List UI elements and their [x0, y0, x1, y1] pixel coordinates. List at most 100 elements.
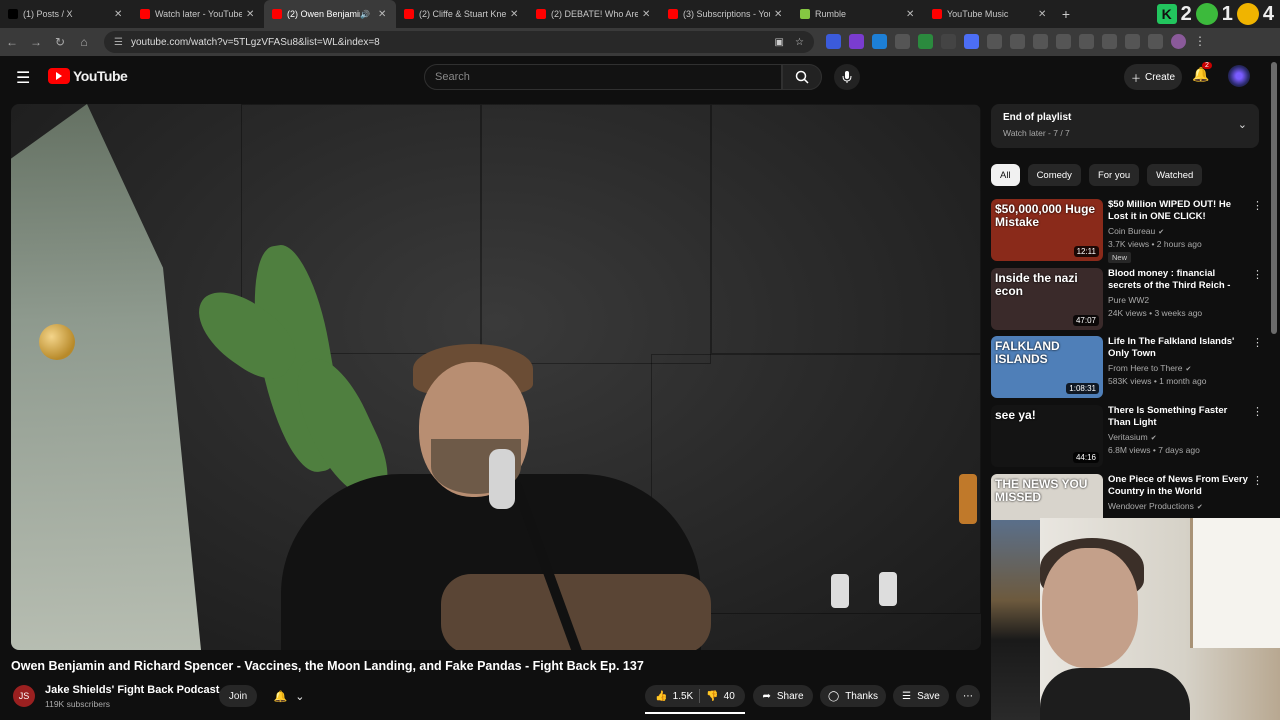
filter-chip[interactable]: For you — [1088, 164, 1140, 186]
close-tab-icon[interactable]: ✕ — [906, 9, 916, 20]
extension-icon[interactable] — [987, 34, 1002, 49]
more-vertical-icon[interactable]: ⋮ — [1252, 474, 1263, 487]
playlist-panel[interactable]: End of playlist Watch later - 7 / 7 ⌄ — [991, 104, 1259, 148]
like-button[interactable]: 👍 1.5K — [655, 691, 693, 702]
bottle — [959, 474, 977, 524]
save-button[interactable]: ☰ Save — [893, 685, 949, 707]
filter-chip[interactable]: Watched — [1147, 164, 1203, 186]
recommended-video[interactable]: $50,000,000 Huge Mistake 12:11 $50 Million… — [991, 199, 1263, 263]
video-title[interactable]: One Piece of News From Every Country in … — [1108, 474, 1248, 499]
video-player[interactable] — [11, 104, 981, 650]
menu-dots-icon[interactable]: ⋮ — [1194, 34, 1209, 49]
channel-name[interactable]: Wendover Productions ✔ — [1108, 501, 1203, 511]
youtube-logo[interactable]: YouTube — [48, 68, 128, 84]
filter-chip[interactable]: All — [991, 164, 1020, 186]
more-actions-button[interactable]: ⋯ — [956, 685, 980, 707]
close-tab-icon[interactable]: ✕ — [246, 9, 256, 20]
reload-icon[interactable]: ↻ — [48, 35, 72, 49]
channel-name[interactable]: Veritasium ✔ — [1108, 432, 1157, 442]
site-info-icon[interactable]: ☰ — [114, 37, 123, 48]
k-extension-icon[interactable]: K — [1156, 4, 1177, 24]
browser-tab[interactable]: (2) Owen Benjamin 🔊 ✕ — [264, 0, 396, 28]
history-icon[interactable] — [1033, 34, 1048, 49]
video-title[interactable]: There Is Something Faster Than Light — [1108, 405, 1248, 430]
video-title[interactable]: Blood money : financial secrets of the T… — [1108, 268, 1248, 294]
close-tab-icon[interactable]: ✕ — [774, 9, 784, 20]
browser-tab[interactable]: Rumble ✕ — [792, 0, 924, 28]
like-ratio-bar — [645, 712, 745, 714]
video-meta: 583K views • 1 month ago — [1108, 376, 1207, 386]
play-extension-icon[interactable] — [1195, 3, 1218, 25]
extension-icon[interactable] — [964, 34, 979, 49]
voice-search-button[interactable] — [834, 64, 860, 90]
thanks-button[interactable]: ◯ Thanks — [820, 685, 886, 707]
extension-icon[interactable] — [849, 34, 864, 49]
channel-name[interactable]: Coin Bureau ✔ — [1108, 226, 1164, 236]
new-tab-icon[interactable]: + — [1056, 6, 1076, 22]
search-button[interactable] — [782, 64, 822, 90]
search-input[interactable]: Search — [424, 64, 782, 90]
bookmark-star-icon[interactable]: ☆ — [795, 37, 804, 48]
video-thumbnail[interactable]: see ya! 44:16 — [991, 405, 1103, 467]
more-vertical-icon[interactable]: ⋮ — [1252, 405, 1263, 418]
dislike-button[interactable]: 👎 40 — [706, 691, 735, 702]
more-vertical-icon[interactable]: ⋮ — [1252, 199, 1263, 212]
recommended-video[interactable]: Inside the nazi econ 47:07 Blood money : f… — [991, 268, 1263, 332]
create-button[interactable]: ＋ Create — [1124, 64, 1182, 90]
more-vertical-icon[interactable]: ⋮ — [1252, 336, 1263, 349]
devtools-icon[interactable] — [1079, 34, 1094, 49]
extension-icon[interactable] — [1125, 34, 1140, 49]
filter-chip[interactable]: Comedy — [1027, 164, 1081, 186]
channel-avatar[interactable]: JS — [13, 685, 35, 707]
recommended-video[interactable]: see ya! 44:16 There Is Something Faster Th… — [991, 405, 1263, 469]
close-tab-icon[interactable]: ✕ — [114, 9, 124, 20]
close-tab-icon[interactable]: ✕ — [378, 9, 388, 20]
hamburger-menu-icon[interactable]: ☰ — [16, 68, 30, 88]
close-tab-icon[interactable]: ✕ — [510, 9, 520, 20]
reading-list-icon[interactable] — [1148, 34, 1163, 49]
video-thumbnail[interactable]: $50,000,000 Huge Mistake 12:11 — [991, 199, 1103, 261]
owl-extension-icon[interactable] — [1236, 3, 1259, 25]
channel-name[interactable]: Pure WW2 — [1108, 295, 1149, 305]
share-button[interactable]: ➦ Share — [753, 685, 813, 707]
recommended-video[interactable]: FALKLAND ISLANDS 1:08:31 Life In The Falkl… — [991, 336, 1263, 400]
profile-icon[interactable] — [1171, 34, 1186, 49]
extension-icon[interactable] — [1056, 34, 1071, 49]
channel-name[interactable]: From Here to There ✔ — [1108, 363, 1191, 373]
account-avatar[interactable] — [1228, 65, 1250, 87]
browser-tab[interactable]: YouTube Music ✕ — [924, 0, 1056, 28]
bell-icon: 🔔 — [273, 690, 288, 703]
cast-icon[interactable]: ▣ — [775, 37, 784, 48]
close-tab-icon[interactable]: ✕ — [642, 9, 652, 20]
video-thumbnail[interactable]: FALKLAND ISLANDS 1:08:31 — [991, 336, 1103, 398]
more-vertical-icon[interactable]: ⋮ — [1252, 268, 1263, 281]
speaker-icon[interactable]: 🔊 — [360, 10, 370, 19]
notification-preference-button[interactable]: 🔔 ⌄ — [266, 685, 312, 707]
video-title[interactable]: Life In The Falkland Islands' Only Town — [1108, 336, 1248, 361]
extension-icon[interactable] — [826, 34, 841, 49]
browser-tab[interactable]: (3) Subscriptions - YouT ✕ — [660, 0, 792, 28]
browser-tab[interactable]: (2) DEBATE! Who Are th ✕ — [528, 0, 660, 28]
home-icon[interactable]: ⌂ — [72, 35, 96, 49]
close-tab-icon[interactable]: ✕ — [1038, 9, 1048, 20]
browser-tab[interactable]: Watch later - YouTube ✕ — [132, 0, 264, 28]
extension-icon[interactable] — [918, 34, 933, 49]
forward-icon[interactable]: → — [24, 35, 48, 49]
browser-tab[interactable]: (2) Cliffe & Stuart Knech ✕ — [396, 0, 528, 28]
url-field[interactable]: ☰ youtube.com/watch?v=5TLgzVFASu8&list=W… — [104, 31, 814, 53]
sidebar-icon[interactable] — [1102, 34, 1117, 49]
puzzle-icon[interactable] — [1010, 34, 1025, 49]
channel-name[interactable]: Jake Shields' Fight Back Podcast — [45, 684, 219, 696]
browser-tab[interactable]: (1) Posts / X ✕ — [0, 0, 132, 28]
scrollbar[interactable] — [1271, 62, 1277, 334]
extension-icon[interactable] — [872, 34, 887, 49]
video-thumbnail[interactable]: Inside the nazi econ 47:07 — [991, 268, 1103, 330]
back-icon[interactable]: ← — [0, 35, 24, 49]
notifications-button[interactable]: 🔔 2 — [1192, 62, 1212, 83]
join-button[interactable]: Join — [219, 685, 257, 707]
extension-icon[interactable] — [895, 34, 910, 49]
extension-icon[interactable] — [941, 34, 956, 49]
share-label: Share — [776, 690, 804, 702]
chevron-down-icon[interactable]: ⌄ — [1238, 118, 1247, 131]
video-title[interactable]: $50 Million WIPED OUT! He Lost it in ONE… — [1108, 199, 1248, 224]
